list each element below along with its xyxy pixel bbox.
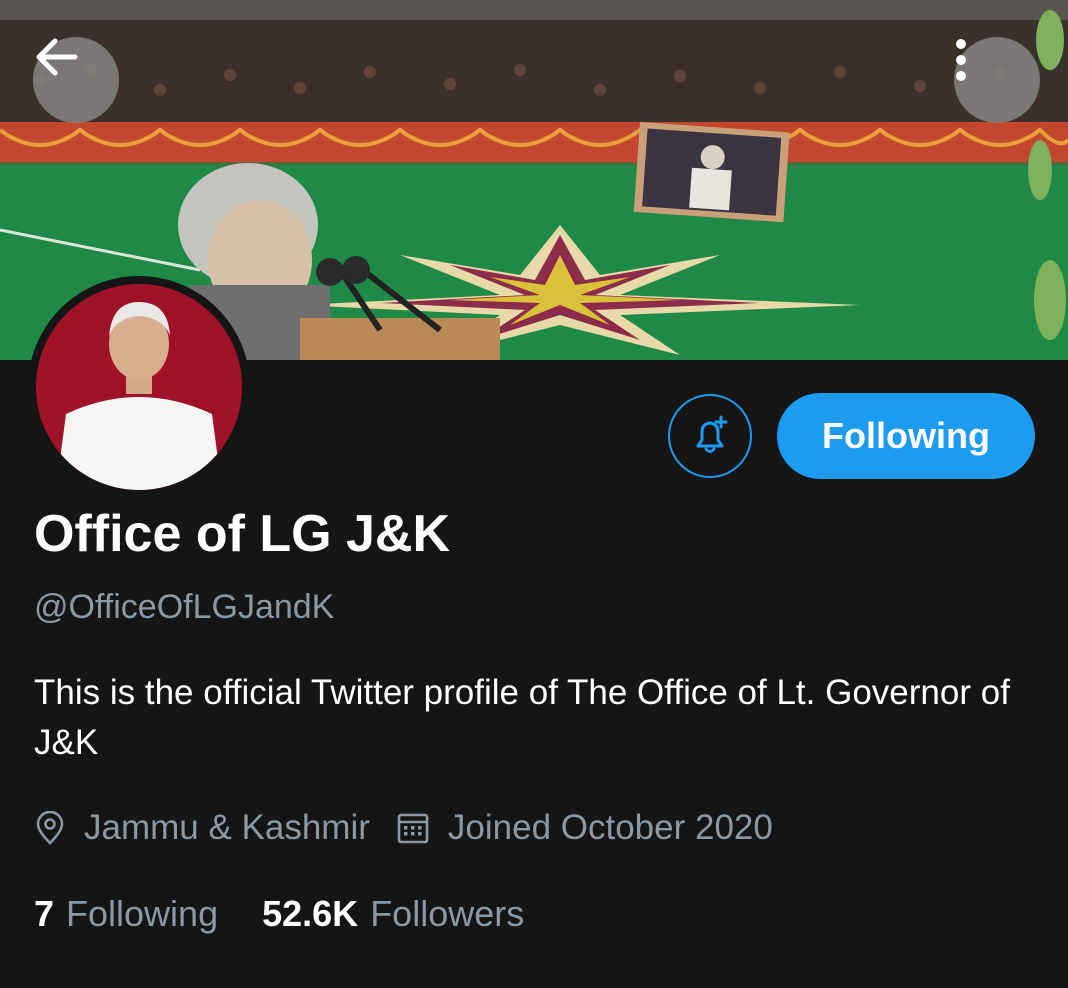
- notifications-toggle-button[interactable]: [668, 394, 752, 478]
- profile-location: Jammu & Kashmir: [84, 808, 370, 847]
- profile-display-name: Office of LG J&K: [34, 505, 451, 563]
- back-button[interactable]: [33, 37, 119, 123]
- followers-link[interactable]: 52.6K Followers: [262, 893, 524, 935]
- following-count: 7: [34, 893, 55, 934]
- profile-avatar[interactable]: [28, 276, 250, 498]
- following-label: Following: [66, 893, 219, 934]
- profile-joined-date: Joined October 2020: [447, 808, 773, 847]
- avatar-image: [36, 284, 242, 490]
- bell-plus-icon: [696, 415, 728, 453]
- calendar-icon: [396, 811, 430, 845]
- profile-meta: Jammu & Kashmir Joined October 2020: [34, 808, 773, 848]
- location-pin-icon: [34, 811, 66, 845]
- following-button[interactable]: Following: [777, 393, 1035, 479]
- followers-count: 52.6K: [262, 893, 359, 934]
- profile-bio: This is the official Twitter profile of …: [34, 673, 1010, 762]
- profile-stats: 7 Following 52.6K Followers: [34, 893, 524, 935]
- profile-handle: @OfficeOfLGJandK: [34, 588, 335, 626]
- followers-label: Followers: [370, 893, 525, 934]
- more-options-button[interactable]: [954, 37, 1040, 123]
- arrow-left-icon: [36, 38, 78, 76]
- more-vertical-icon: [956, 39, 966, 81]
- following-link[interactable]: 7 Following: [34, 893, 218, 935]
